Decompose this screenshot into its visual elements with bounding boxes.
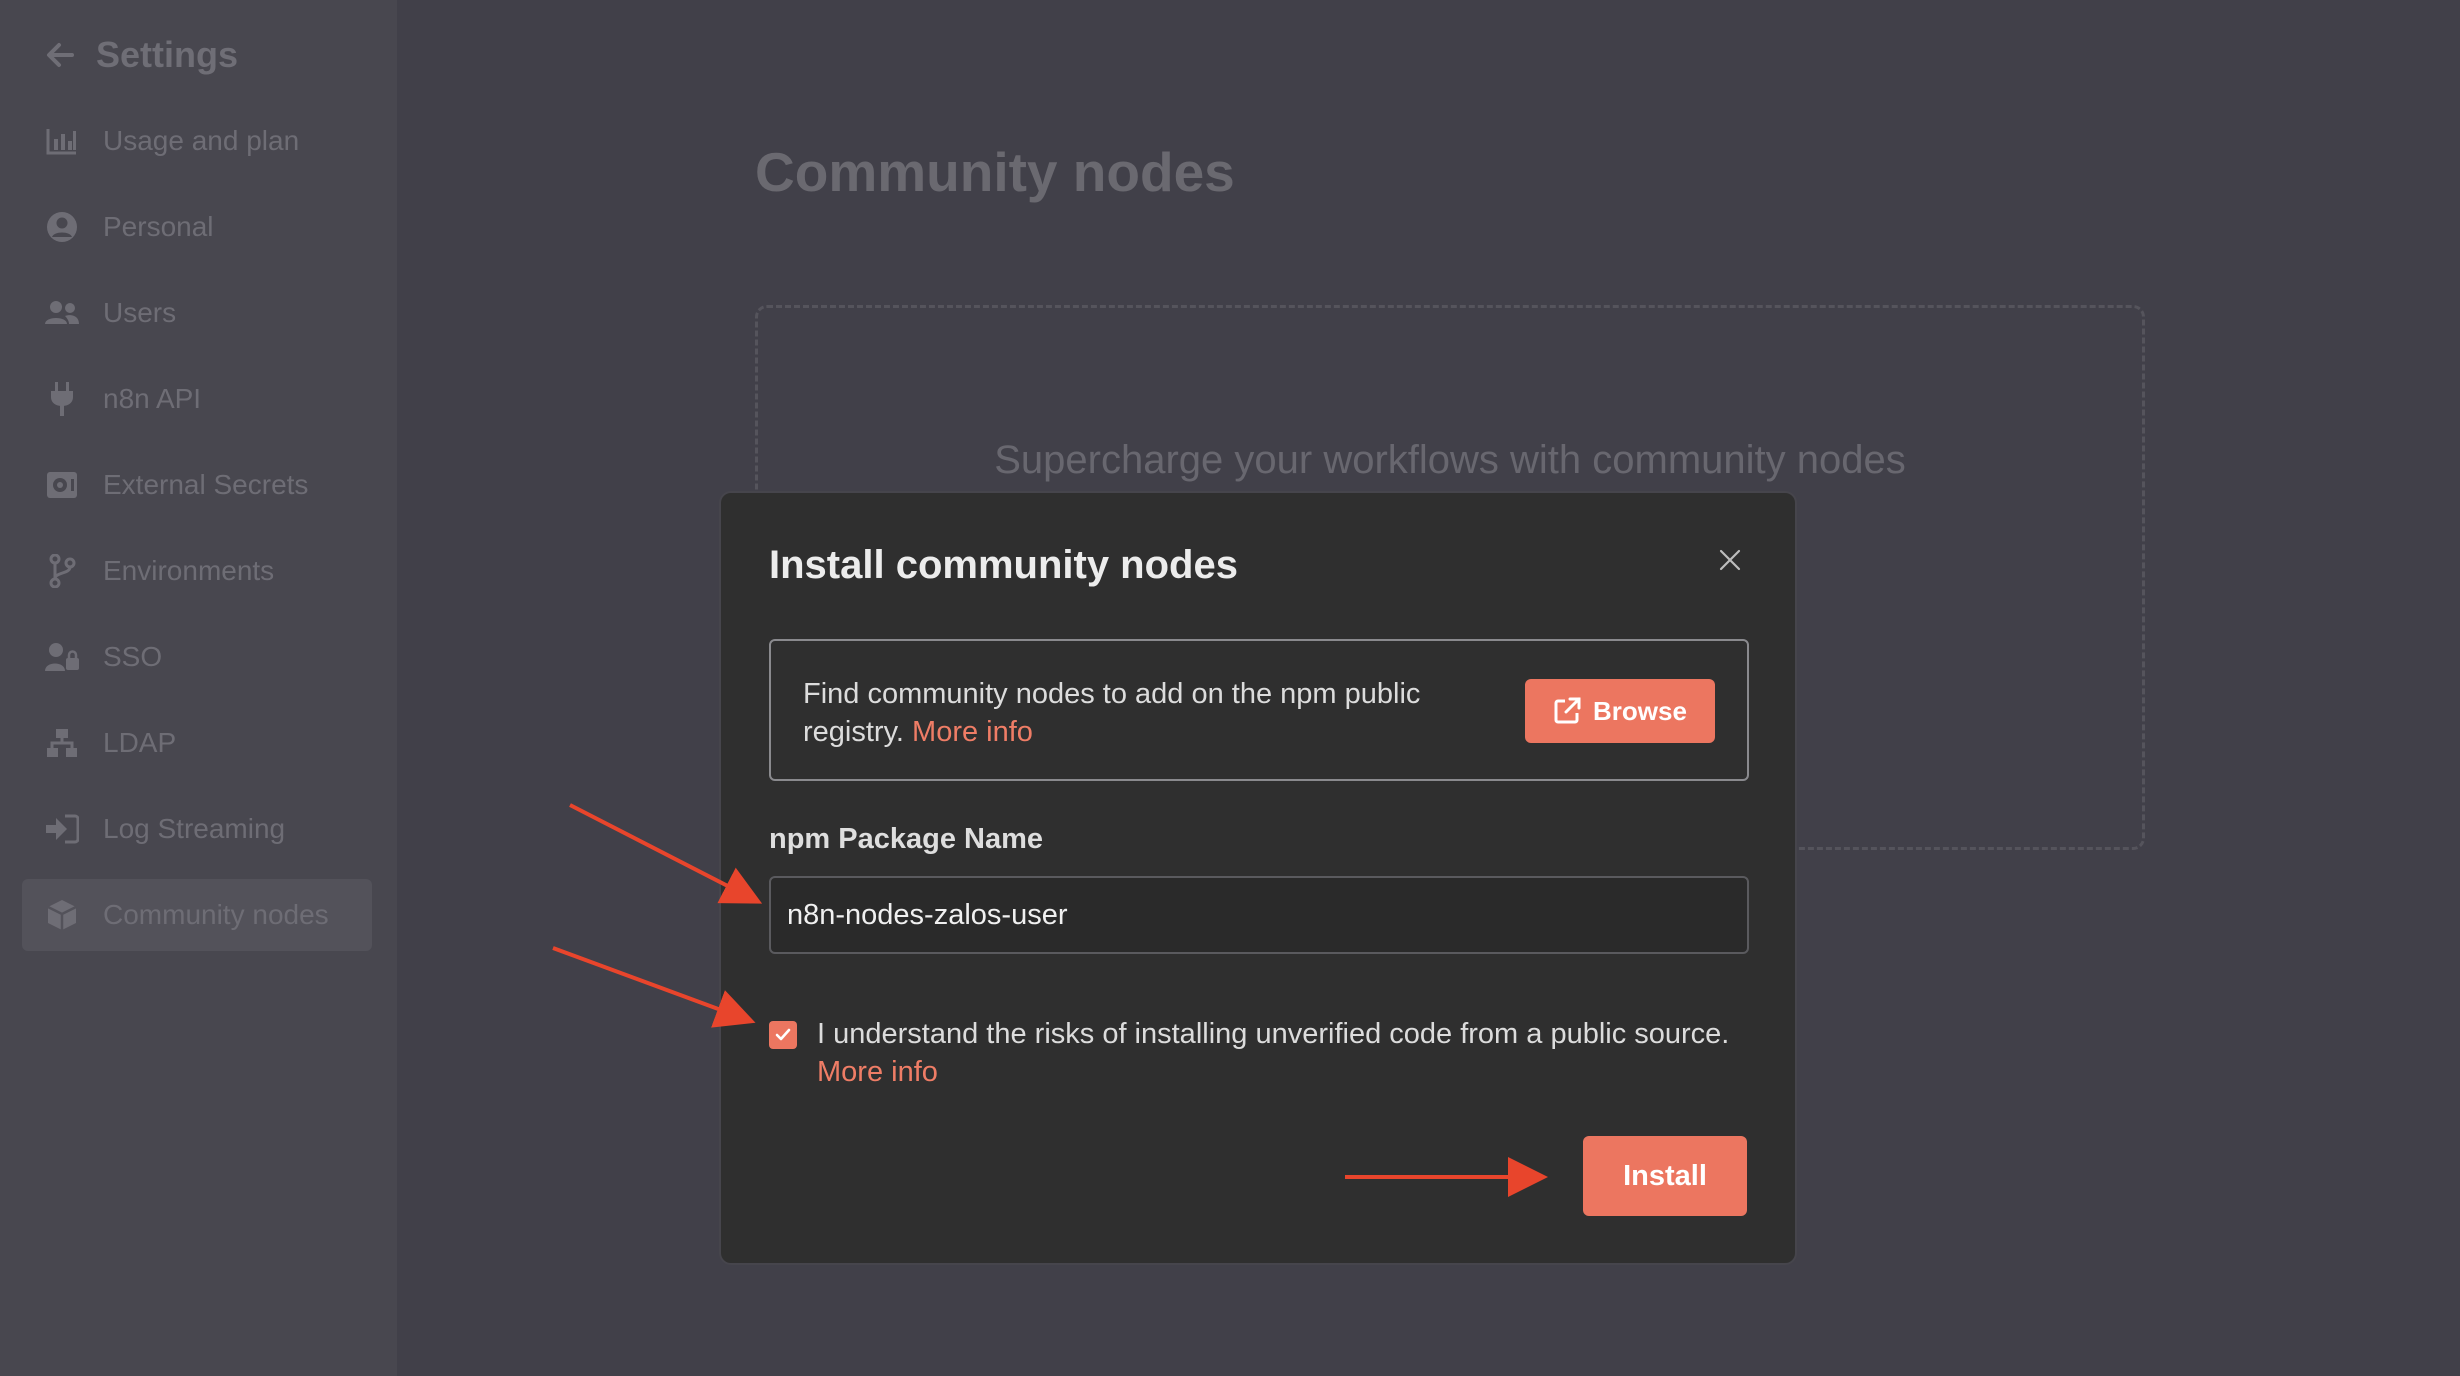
sidebar-item-community-nodes[interactable]: Community nodes (22, 879, 372, 951)
install-button[interactable]: Install (1583, 1136, 1747, 1216)
bar-chart-icon (44, 123, 80, 159)
sidebar-item-label: LDAP (103, 727, 177, 758)
plug-icon (44, 381, 80, 417)
sidebar-item-personal[interactable]: Personal (22, 191, 372, 263)
info-text: Find community nodes to add on the npm p… (803, 678, 1421, 748)
browse-button-label: Browse (1593, 695, 1687, 726)
sidebar-item-label: Environments (103, 555, 275, 586)
install-community-nodes-dialog: Install community nodes Find community n… (719, 491, 1797, 1265)
cube-icon (44, 897, 80, 933)
network-icon (44, 725, 80, 761)
browse-button[interactable]: Browse (1525, 679, 1715, 743)
risk-consent-checkbox[interactable] (769, 1021, 797, 1049)
consent-more-info-link[interactable]: More info (817, 1053, 938, 1091)
risk-consent-row: I understand the risks of installing unv… (769, 1015, 1751, 1095)
sidebar-item-users[interactable]: Users (22, 277, 372, 349)
sidebar-item-log-streaming[interactable]: Log Streaming (22, 793, 372, 865)
npm-package-name-input[interactable] (769, 876, 1749, 954)
vault-icon (44, 467, 80, 503)
users-icon (44, 295, 80, 331)
sidebar-item-label: Log Streaming (103, 813, 286, 844)
sidebar-title: Settings (96, 34, 239, 75)
more-info-link[interactable]: More info (912, 716, 1033, 748)
sidebar-item-label: Community nodes (103, 899, 329, 930)
sidebar-header: Settings (38, 30, 238, 80)
page-title: Community nodes (755, 141, 1235, 203)
sidebar-item-label: Users (103, 297, 177, 328)
sidebar-item-sso[interactable]: SSO (22, 621, 372, 693)
checkmark-icon (775, 1028, 791, 1041)
sidebar-item-external-secrets[interactable]: External Secrets (22, 449, 372, 521)
sidebar-item-label: External Secrets (103, 469, 309, 500)
npm-package-name-label: npm Package Name (769, 823, 1044, 855)
npm-registry-info-box: Find community nodes to add on the npm p… (769, 639, 1749, 781)
git-branch-icon (44, 553, 80, 589)
risk-consent-text: I understand the risks of installing unv… (817, 1018, 1730, 1050)
sidebar-item-ldap[interactable]: LDAP (22, 707, 372, 779)
sidebar-item-environments[interactable]: Environments (22, 535, 372, 607)
external-link-icon (1554, 697, 1581, 724)
close-button[interactable] (1713, 543, 1747, 577)
close-icon (1719, 549, 1741, 571)
settings-sidebar: Settings Usage and plan Personal Users n… (0, 0, 397, 1376)
sidebar-item-label: n8n API (103, 383, 202, 414)
sign-in-icon (44, 811, 80, 847)
sidebar-item-n8n-api[interactable]: n8n API (22, 363, 372, 435)
sidebar-item-usage-and-plan[interactable]: Usage and plan (22, 105, 372, 177)
empty-state-text: Supercharge your workflows with communit… (994, 438, 1906, 482)
back-arrow-icon[interactable] (38, 33, 82, 77)
user-circle-icon (44, 209, 80, 245)
sidebar-item-label: Usage and plan (103, 125, 300, 156)
sidebar-item-label: Personal (103, 211, 214, 242)
install-button-label: Install (1623, 1159, 1707, 1192)
sidebar-item-label: SSO (103, 641, 163, 672)
user-lock-icon (44, 639, 80, 675)
dialog-title: Install community nodes (769, 543, 1238, 587)
settings-nav: Usage and plan Personal Users n8n API Ex… (22, 105, 372, 965)
